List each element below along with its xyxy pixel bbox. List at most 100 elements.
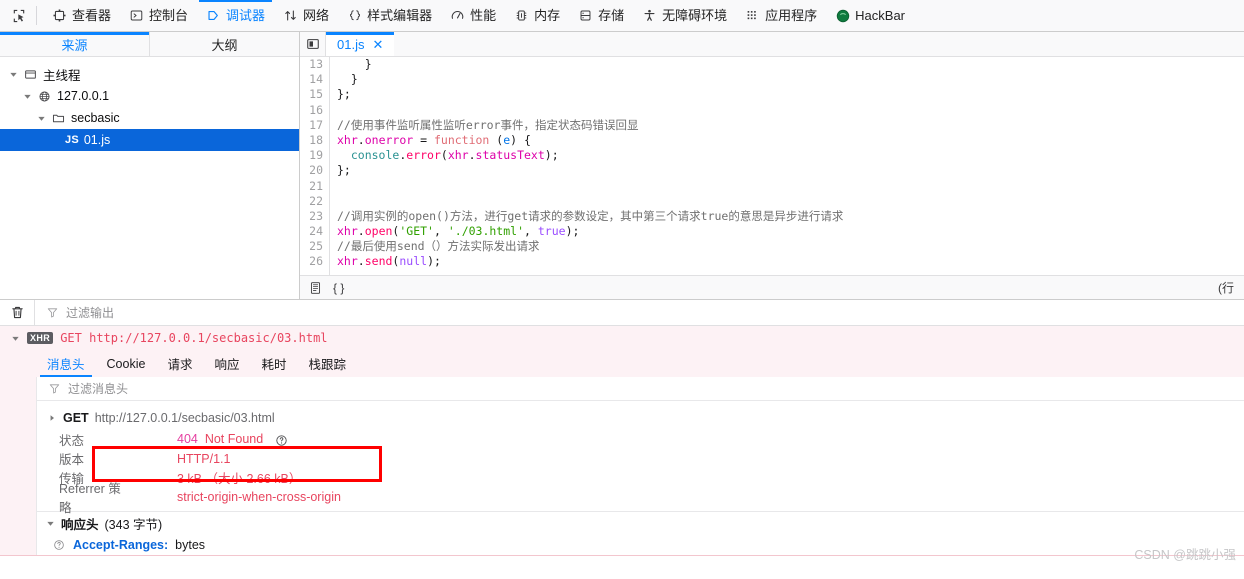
close-icon[interactable]: ✕ xyxy=(372,38,383,51)
tree-item-folder[interactable]: secbasic xyxy=(0,107,299,129)
headers-rows: GET http://127.0.0.1/secbasic/03.html 状态… xyxy=(37,401,1244,555)
element-picker-icon[interactable] xyxy=(4,0,34,31)
net-tab-timings[interactable]: 耗时 xyxy=(250,350,297,377)
code-line[interactable]: //调用实例的open()方法，进行get请求的参数设定，其中第三个请求true… xyxy=(337,209,1244,224)
tab-console-label: 控制台 xyxy=(149,8,189,23)
code-token: true xyxy=(537,224,566,239)
panel-collapse-icon[interactable] xyxy=(300,32,326,56)
code-token: ); xyxy=(544,148,559,163)
field-transfer: 传输 3 kB （大小 2.66 kB） xyxy=(37,468,1244,487)
code-token: ); xyxy=(565,224,580,239)
filter-icon xyxy=(47,381,62,396)
console-filter-input[interactable]: 过滤输出 xyxy=(34,300,1244,325)
help-icon[interactable] xyxy=(51,538,66,553)
response-headers-section[interactable]: 响应头 (343 字节) xyxy=(37,511,1244,535)
tab-hackbar[interactable]: HackBar xyxy=(826,0,914,31)
code-line[interactable]: }; xyxy=(337,163,1244,178)
tree-item-main-thread[interactable]: 主线程 xyxy=(0,63,299,85)
net-tab-headers[interactable]: 消息头 xyxy=(36,350,96,377)
sources-tabs: 来源 大纲 xyxy=(0,32,299,57)
net-tab-response-label: 响应 xyxy=(214,358,240,372)
line-number: 14 xyxy=(309,72,323,87)
net-tab-cookie[interactable]: Cookie xyxy=(96,350,157,377)
console-filter-placeholder: 过滤输出 xyxy=(66,306,115,320)
code-editor[interactable]: 13 14 15 16 17 18 19 20 21 22 23 24 25 26 } }}; //使用事… xyxy=(300,57,1244,275)
code-token: //最后使用send（）方法实际发出请求 xyxy=(337,239,540,254)
folder-icon xyxy=(51,111,66,126)
code-lines[interactable]: } }}; //使用事件监听属性监听error事件，指定状态码错误回显 xhr.o… xyxy=(330,57,1244,275)
code-line[interactable] xyxy=(337,194,1244,209)
line-number: 21 xyxy=(309,178,323,193)
code-line[interactable]: //最后使用send（）方法实际发出请求 xyxy=(337,239,1244,254)
tab-style-editor[interactable]: 样式编辑器 xyxy=(338,0,441,31)
tab-network-label: 网络 xyxy=(303,8,330,23)
tab-memory[interactable]: 内存 xyxy=(505,0,569,31)
tab-accessibility[interactable]: 无障碍环境 xyxy=(633,0,736,31)
sources-tab-sources[interactable]: 来源 xyxy=(0,32,149,56)
debugger-panel: 来源 大纲 主线程 127.0.0.1 secbasic JS 01.js 01… xyxy=(0,32,1244,300)
field-version: 版本 HTTP/1.1 xyxy=(37,449,1244,468)
code-token: xhr xyxy=(337,254,358,269)
tab-application-label: 应用程序 xyxy=(765,8,818,23)
headers-filter-input[interactable]: 过滤消息头 xyxy=(37,377,1244,401)
code-token: . xyxy=(357,254,365,269)
net-tab-stacktrace[interactable]: 栈跟踪 xyxy=(297,350,357,377)
chevron-down-icon[interactable] xyxy=(10,333,20,343)
net-tab-request[interactable]: 请求 xyxy=(156,350,203,377)
field-referrer-policy-value: strict-origin-when-cross-origin xyxy=(177,489,341,504)
code-line[interactable]: }; xyxy=(337,87,1244,102)
tab-accessibility-label: 无障碍环境 xyxy=(662,8,728,23)
tree-item-host[interactable]: 127.0.0.1 xyxy=(0,85,299,107)
request-url: http://127.0.0.1/secbasic/03.html xyxy=(94,410,275,425)
tab-application[interactable]: 应用程序 xyxy=(736,0,826,31)
line-number: 24 xyxy=(309,224,323,239)
network-detail-tabs: 消息头 Cookie 请求 响应 耗时 栈跟踪 xyxy=(0,350,1244,377)
chevron-down-icon[interactable] xyxy=(36,113,46,123)
code-line[interactable] xyxy=(337,179,1244,194)
net-tab-response[interactable]: 响应 xyxy=(203,350,250,377)
help-icon[interactable] xyxy=(275,434,288,447)
network-request-row[interactable]: XHR GET http://127.0.0.1/secbasic/03.htm… xyxy=(0,326,1244,350)
code-token: } xyxy=(337,72,358,87)
field-transfer-value: 3 kB （大小 2.66 kB） xyxy=(177,472,302,486)
code-line[interactable]: xhr.onerror = function (e) { xyxy=(337,133,1244,148)
code-token: xhr xyxy=(337,132,358,147)
code-line[interactable] xyxy=(337,103,1244,118)
tab-inspector[interactable]: 查看器 xyxy=(43,0,120,31)
tab-debugger[interactable]: 调试器 xyxy=(197,0,274,31)
request-url-row[interactable]: GET http://127.0.0.1/secbasic/03.html xyxy=(37,405,1244,430)
tab-performance[interactable]: 性能 xyxy=(441,0,505,31)
editor-braces-label[interactable]: { } xyxy=(333,281,344,295)
net-tab-request-label: 请求 xyxy=(167,358,193,372)
chevron-right-icon[interactable] xyxy=(47,413,57,423)
code-line[interactable]: xhr.send(null); xyxy=(337,254,1244,269)
net-tab-cookie-label: Cookie xyxy=(106,356,146,371)
status-code: 404 xyxy=(177,432,198,447)
code-line[interactable]: } xyxy=(337,72,1244,87)
editor-tab-01js-label: 01.js xyxy=(337,36,365,52)
code-line[interactable]: //使用事件监听属性监听error事件，指定状态码错误回显 xyxy=(337,118,1244,133)
sources-tab-outline[interactable]: 大纲 xyxy=(149,32,299,56)
chevron-down-icon[interactable] xyxy=(8,69,18,79)
code-line[interactable]: xhr.open('GET', './03.html', true); xyxy=(337,224,1244,239)
tree-item-file-01js[interactable]: JS 01.js xyxy=(0,129,299,151)
editor-tab-01js[interactable]: 01.js ✕ xyxy=(326,32,395,56)
tab-network[interactable]: 网络 xyxy=(274,0,338,31)
chevron-down-icon[interactable] xyxy=(45,519,55,529)
tab-console[interactable]: 控制台 xyxy=(120,0,197,31)
pretty-print-icon[interactable] xyxy=(308,280,323,295)
trash-icon[interactable] xyxy=(0,305,34,320)
code-token: null xyxy=(399,254,428,269)
code-token: error xyxy=(406,148,441,163)
console-panel: 过滤输出 XHR GET http://127.0.0.1/secbasic/0… xyxy=(0,300,1244,578)
tab-storage[interactable]: 存储 xyxy=(569,0,633,31)
chevron-down-icon[interactable] xyxy=(22,91,32,101)
tab-storage-label: 存储 xyxy=(598,8,625,23)
network-request-group: XHR GET http://127.0.0.1/secbasic/03.htm… xyxy=(0,326,1244,556)
tree-item-main-thread-label: 主线程 xyxy=(43,68,81,83)
net-tab-headers-label: 消息头 xyxy=(47,358,85,372)
code-line[interactable]: } xyxy=(337,57,1244,72)
tab-memory-label: 内存 xyxy=(534,8,561,23)
code-line[interactable]: console.error(xhr.statusText); xyxy=(337,148,1244,163)
line-number: 22 xyxy=(309,193,323,208)
